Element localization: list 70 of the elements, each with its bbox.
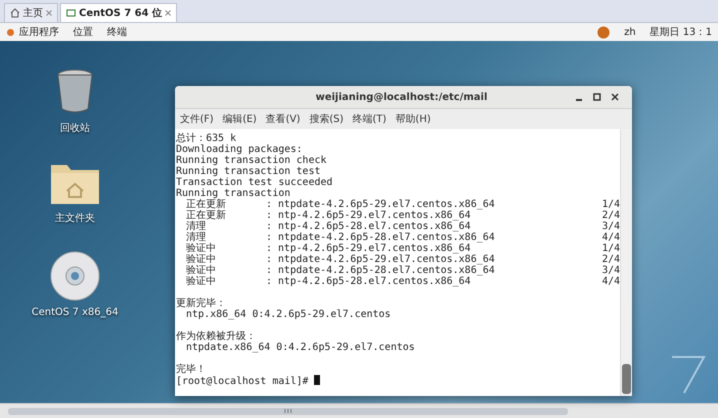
terminal-line: Downloading packages: [176, 144, 304, 155]
progress-count: 1/4 [600, 199, 620, 210]
terminal-line: Running transaction [176, 188, 292, 199]
shell-prompt: [root@localhost mail]# [176, 376, 308, 387]
terminal-line: Running transaction check [176, 155, 328, 166]
package-name: : ntp-4.2.6p5-29.el7.centos.x86_64 [266, 210, 472, 221]
progress-count: 4/4 [600, 276, 620, 287]
trash-icon[interactable] [55, 69, 95, 115]
transaction-action: 清理 [186, 221, 207, 232]
transaction-action: 正在更新 [186, 199, 227, 210]
home-icon [10, 8, 20, 18]
progress-count: 3/4 [600, 221, 620, 232]
grip-icon [284, 409, 292, 413]
apps-icon [6, 28, 15, 36]
progress-count: 2/4 [600, 210, 620, 221]
close-icon [611, 93, 619, 101]
menu-item[interactable]: 编辑(E) [222, 112, 257, 126]
package-name: : ntpdate-4.2.6p5-28.el7.centos.x86_64 [266, 265, 496, 276]
language-indicator[interactable]: zh [624, 26, 636, 38]
top-bar-menu[interactable]: 应用程序 [19, 25, 59, 39]
terminal-line: ntpdate.x86_64 0:4.2.6p5-29.el7.centos [185, 342, 416, 353]
clock[interactable]: 星期日 13：1 [650, 25, 712, 39]
transaction-action: 正在更新 [186, 210, 227, 221]
transaction-action: 验证中 [186, 265, 217, 276]
host-tab[interactable]: CentOS 7 64 位 [60, 3, 178, 22]
menu-item[interactable]: 终端(T) [352, 112, 386, 126]
desktop-icon-label[interactable]: CentOS 7 x86_64 [32, 307, 118, 318]
scrollbar-thumb[interactable] [8, 408, 568, 414]
host-tab[interactable]: 主页 [4, 3, 58, 22]
scrollbar[interactable] [620, 129, 632, 396]
terminal-line: ntp.x86_64 0:4.2.6p5-29.el7.centos [185, 309, 392, 320]
menu-item[interactable]: 搜索(S) [309, 112, 344, 126]
menu-item[interactable]: 文件(F) [180, 112, 214, 126]
desktop-icon-label[interactable]: 回收站 [60, 121, 90, 135]
transaction-action: 验证中 [186, 254, 217, 265]
window-title: weijianing@localhost:/etc/mail [314, 92, 488, 102]
user-avatar-icon[interactable] [597, 26, 610, 38]
progress-count: 1/4 [600, 243, 620, 254]
package-name: : ntp-4.2.6p5-29.el7.centos.x86_64 [266, 243, 472, 254]
horizontal-scrollbar[interactable] [0, 403, 718, 418]
progress-count: 4/4 [600, 232, 620, 243]
close-icon[interactable] [165, 10, 172, 16]
terminal-line: 总计：635 k [176, 133, 238, 144]
package-name: : ntpdate-4.2.6p5-29.el7.centos.x86_64 [266, 254, 496, 265]
terminal-line: Transaction test succeeded [176, 177, 334, 188]
scrollbar-thumb[interactable] [622, 364, 631, 394]
menu-item[interactable]: 查看(V) [266, 112, 300, 126]
desktop-icon-label[interactable]: 主文件夹 [55, 211, 95, 225]
package-name: : ntpdate-4.2.6p5-29.el7.centos.x86_64 [266, 199, 496, 210]
wallpaper-seven-drawing [670, 355, 706, 395]
progress-count: 3/4 [600, 265, 620, 276]
top-bar-menu[interactable]: 位置 [73, 25, 93, 39]
close-icon[interactable] [46, 10, 52, 16]
vm-icon [66, 8, 76, 18]
transaction-action: 验证中 [186, 276, 217, 287]
package-name: : ntp-4.2.6p5-28.el7.centos.x86_64 [266, 276, 472, 287]
terminal-line: 更新完毕： [176, 298, 227, 309]
package-name: : ntpdate-4.2.6p5-28.el7.centos.x86_64 [266, 232, 496, 243]
transaction-action: 清理 [186, 232, 206, 243]
transaction-action: 验证中 [186, 243, 217, 254]
terminal-line: 完毕！ [176, 364, 207, 375]
terminal-line: 作为依赖被升级： [176, 331, 257, 342]
terminal-line: Running transaction test [176, 166, 322, 177]
menu-item[interactable]: 帮助(H) [395, 112, 431, 126]
top-bar-menu[interactable]: 终端 [107, 25, 127, 39]
disc-icon[interactable] [50, 251, 100, 301]
package-name: : ntp-4.2.6p5-28.el7.centos.x86_64 [266, 221, 472, 232]
terminal-cursor [314, 375, 320, 385]
progress-count: 2/4 [600, 254, 620, 265]
maximize-icon [593, 93, 601, 101]
